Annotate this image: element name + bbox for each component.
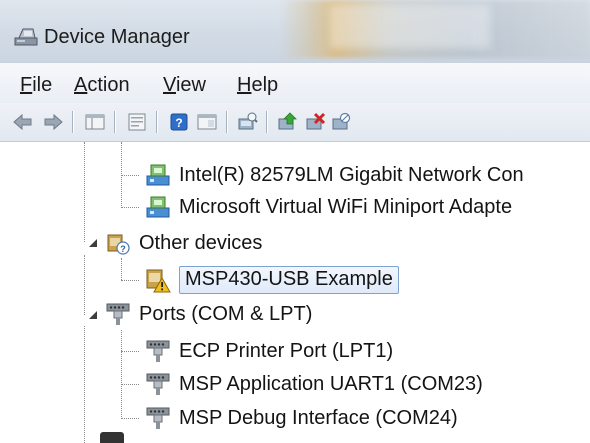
tree-line <box>121 330 122 419</box>
tree-item-label: MSP Debug Interface (COM24) <box>179 406 458 429</box>
tree-item-label: Intel(R) 82579LM Gigabit Network Con <box>179 163 524 186</box>
expanded-arrow-icon[interactable] <box>87 237 99 249</box>
toolbar-separator <box>114 111 115 133</box>
device-manager-window: Device Manager File Action View Help ? I… <box>0 0 590 443</box>
tree-item-port[interactable]: MSP Application UART1 (COM23) <box>145 368 483 400</box>
svg-text:?: ? <box>120 244 126 254</box>
tree-line <box>121 207 139 208</box>
menu-bar: File Action View Help <box>0 62 590 103</box>
toolbar-separator <box>156 111 157 133</box>
tree-category-ports[interactable]: Ports (COM & LPT) <box>105 298 312 330</box>
tree-line <box>84 255 85 315</box>
tree-line <box>84 326 85 443</box>
tree-category-label: Other devices <box>139 231 263 254</box>
warning-device-icon <box>146 269 171 293</box>
menu-file[interactable]: File <box>20 74 52 97</box>
tree-item-label: MSP Application UART1 (COM23) <box>179 372 483 395</box>
svg-text:?: ? <box>175 116 182 130</box>
other-devices-icon: ? <box>107 234 130 255</box>
uninstall-icon[interactable] <box>304 111 326 133</box>
forward-arrow-icon[interactable] <box>42 111 64 133</box>
port-icon <box>106 303 130 325</box>
tree-line <box>121 384 139 385</box>
help-icon[interactable]: ? <box>168 111 190 133</box>
tree-item-network-adapter[interactable]: Microsoft Virtual WiFi Miniport Adapte <box>145 191 512 223</box>
menu-view[interactable]: View <box>163 74 206 97</box>
tree-item-port[interactable]: ECP Printer Port (LPT1) <box>145 335 393 367</box>
toolbar-separator <box>226 111 227 133</box>
tree-line <box>121 280 139 281</box>
tree-item-unknown-device[interactable]: MSP430-USB Example <box>145 264 399 296</box>
back-arrow-icon[interactable] <box>12 111 34 133</box>
port-icon <box>146 373 170 395</box>
tree-category-other-devices[interactable]: ? Other devices <box>105 227 262 259</box>
port-icon <box>146 340 170 362</box>
toolbar: ? <box>0 103 590 142</box>
tree-item-network-adapter[interactable]: Intel(R) 82579LM Gigabit Network Con <box>145 159 524 191</box>
toolbar-separator <box>266 111 267 133</box>
properties-icon[interactable] <box>126 111 148 133</box>
toolbar-separator <box>72 111 73 133</box>
update-driver-icon[interactable] <box>276 111 298 133</box>
view-icon[interactable] <box>196 111 218 133</box>
tree-line <box>121 258 122 280</box>
network-adapter-icon <box>146 164 170 186</box>
menu-action[interactable]: Action <box>74 74 130 97</box>
tree-item-label-selected: MSP430-USB Example <box>179 266 399 294</box>
show-hide-console-tree-icon[interactable] <box>84 111 106 133</box>
menu-help[interactable]: Help <box>237 74 278 97</box>
tree-line <box>121 418 139 419</box>
tree-line <box>84 142 85 242</box>
tree-item-label: ECP Printer Port (LPT1) <box>179 339 394 362</box>
partial-category-icon <box>100 432 124 443</box>
tree-line <box>121 351 139 352</box>
tree-item-label: Microsoft Virtual WiFi Miniport Adapte <box>179 195 513 218</box>
network-adapter-icon <box>146 196 170 218</box>
title-bar[interactable]: Device Manager <box>0 0 590 62</box>
tree-line <box>121 175 139 176</box>
scan-hardware-changes-icon[interactable] <box>236 111 258 133</box>
tree-item-port[interactable]: MSP Debug Interface (COM24) <box>145 402 458 434</box>
expanded-arrow-icon[interactable] <box>87 309 99 321</box>
disable-device-icon[interactable] <box>330 111 352 133</box>
tree-category-label: Ports (COM & LPT) <box>139 302 313 325</box>
window-title: Device Manager <box>44 26 190 48</box>
device-manager-icon <box>14 28 38 46</box>
port-icon <box>146 407 170 429</box>
